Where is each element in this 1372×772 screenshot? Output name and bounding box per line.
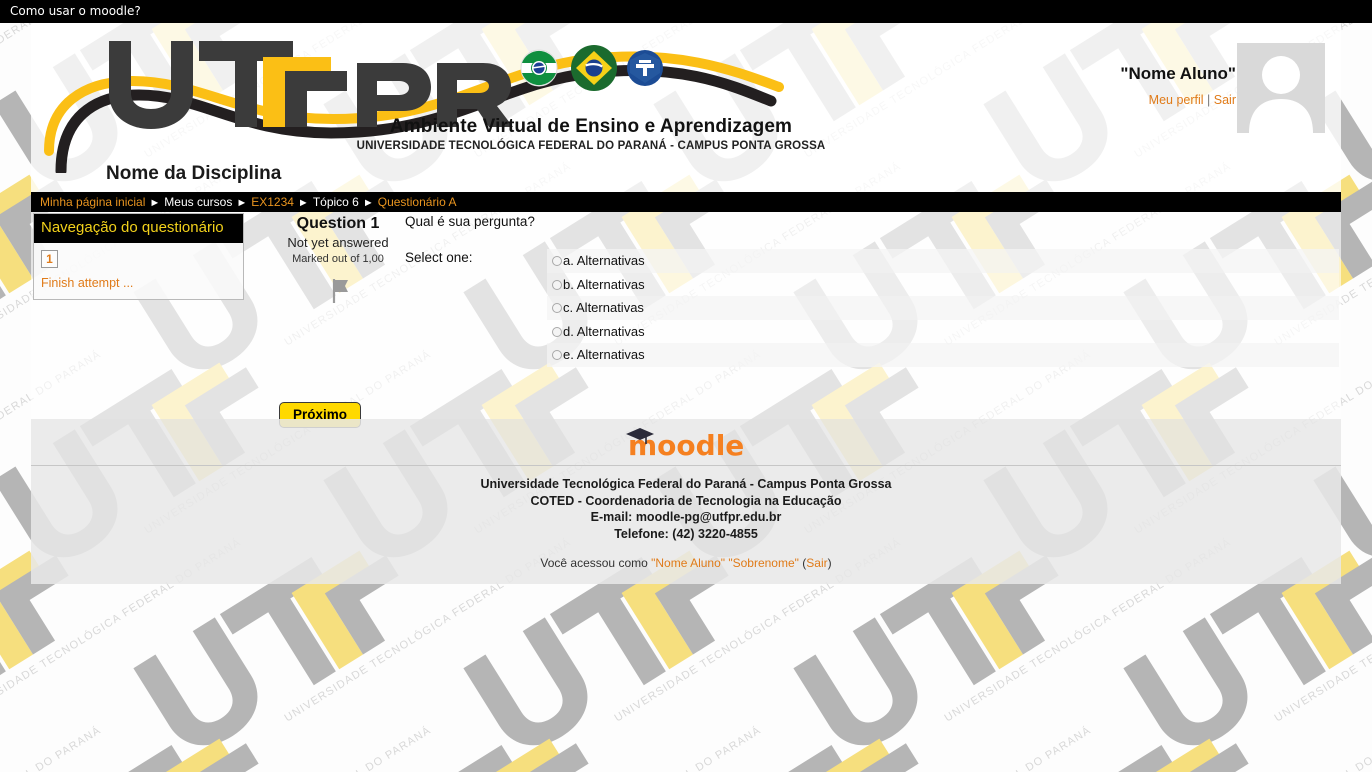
site-footer: moodle Universidade Tecnológica Federal … — [31, 419, 1341, 584]
flag-question-icon[interactable] — [279, 275, 397, 310]
answer-option-label: a. Alternativas — [563, 253, 645, 268]
site-branding: Ambiente Virtual de Ensino e Aprendizage… — [271, 116, 911, 152]
radio-button-c[interactable] — [552, 303, 562, 313]
radio-button-d[interactable] — [552, 326, 562, 337]
question-body: Qual é sua pergunta? Select one: a. Alte… — [405, 212, 1339, 367]
avatar[interactable] — [1237, 43, 1325, 133]
finish-attempt-link[interactable]: Finish attempt ... — [41, 276, 236, 290]
question-text: Qual é sua pergunta? — [405, 214, 535, 229]
breadcrumb-separator: ► — [362, 197, 374, 209]
footer-line-2: COTED - Coordenadoria de Tecnologia na E… — [530, 493, 842, 508]
logged-in-user-link[interactable]: "Nome Aluno" "Sobrenome" — [651, 556, 799, 570]
logged-in-as: Você acessou como "Nome Aluno" "Sobrenom… — [31, 556, 1341, 570]
parana-flag-icon[interactable] — [520, 49, 558, 92]
answer-option-label: d. Alternativas — [563, 323, 645, 339]
logout-link[interactable]: Sair — [1214, 93, 1236, 107]
page-container: Ambiente Virtual de Ensino e Aprendizage… — [31, 23, 1341, 584]
logged-in-prefix: Você acessou como — [540, 556, 652, 570]
breadcrumb-item-3[interactable]: EX1234 — [251, 195, 294, 209]
radio-button-a[interactable] — [552, 256, 562, 266]
breadcrumb-item-2: Meus cursos — [164, 195, 233, 209]
course-name: Nome da Disciplina — [106, 163, 282, 184]
answer-option-a[interactable]: a. Alternativas — [547, 249, 1339, 273]
question-title: Question 1 — [296, 215, 380, 232]
answer-option-e[interactable]: e. Alternativas — [547, 343, 1339, 367]
main-content: Navegação do questionário 1 Finish attem… — [31, 212, 1341, 428]
answer-options: a. Alternativas b. Alternativas c. Alterna… — [547, 249, 1339, 367]
brazil-flag-icon[interactable] — [570, 44, 618, 97]
answer-option-c[interactable]: c. Alternativas — [547, 296, 1339, 320]
footer-line-3: E-mail: moodle-pg@utfpr.edu.br — [590, 510, 782, 524]
quiz-navigation-body: 1 Finish attempt ... — [34, 243, 243, 299]
quiz-navigation-block: Navegação do questionário 1 Finish attem… — [33, 213, 244, 300]
breadcrumb: Minha página inicial ► Meus cursos ► EX1234 ►… — [31, 192, 1341, 212]
footer-line-4: Telefone: (42) 3220-4855 — [614, 526, 758, 541]
language-flags[interactable] — [520, 45, 690, 92]
logged-in-close-paren: ) — [827, 556, 832, 570]
answer-option-b[interactable]: b. Alternativas — [547, 272, 1339, 296]
breadcrumb-item-4: Tópico 6 — [312, 195, 359, 209]
answer-option-label: c. Alternativas — [563, 300, 644, 315]
site-subtitle: UNIVERSIDADE TECNOLÓGICA FEDERAL DO PARA… — [356, 140, 826, 152]
question-nav-button-1[interactable]: 1 — [41, 250, 58, 268]
radio-button-e[interactable] — [552, 350, 562, 360]
my-profile-link[interactable]: Meu perfil — [1149, 93, 1204, 107]
user-links: Meu perfil | Sair — [1149, 93, 1236, 107]
question-grade: Marked out of 1,00 — [292, 253, 384, 265]
utfpr-emblem-icon[interactable] — [626, 49, 664, 92]
site-header: Ambiente Virtual de Ensino e Aprendizage… — [31, 23, 1341, 192]
breadcrumb-separator: ► — [297, 197, 309, 209]
question-state: Not yet answered — [287, 235, 389, 250]
quiz-navigation-title: Navegação do questionário — [34, 214, 243, 243]
user-links-separator: | — [1207, 93, 1211, 107]
user-name: "Nome Aluno" — [1120, 64, 1236, 83]
footer-line-1: Universidade Tecnológica Federal do Para… — [480, 477, 892, 491]
footer-logout-link[interactable]: Sair — [806, 556, 827, 570]
answer-option-label: b. Alternativas — [563, 276, 645, 292]
answer-option-d[interactable]: d. Alternativas — [547, 319, 1339, 343]
select-one-label: Select one: — [405, 250, 473, 265]
moodle-logo: moodle — [622, 425, 750, 462]
question-info: Question 1 Not yet answered Marked out o… — [279, 215, 397, 310]
breadcrumb-item-5[interactable]: Questionário A — [378, 195, 457, 209]
footer-divider — [31, 465, 1341, 466]
site-title: Ambiente Virtual de Ensino e Aprendizage… — [389, 116, 793, 137]
user-area: "Nome Aluno" Meu perfil | Sair — [1063, 33, 1333, 133]
top-help-bar-label: Como usar o moodle? — [10, 4, 141, 18]
breadcrumb-separator: ► — [236, 197, 248, 209]
answer-option-label: e. Alternativas — [563, 347, 645, 362]
breadcrumb-item-1[interactable]: Minha página inicial — [40, 195, 145, 209]
breadcrumb-separator: ► — [149, 197, 161, 209]
top-help-bar[interactable]: Como usar o moodle? — [0, 0, 1372, 23]
radio-button-b[interactable] — [552, 279, 562, 290]
